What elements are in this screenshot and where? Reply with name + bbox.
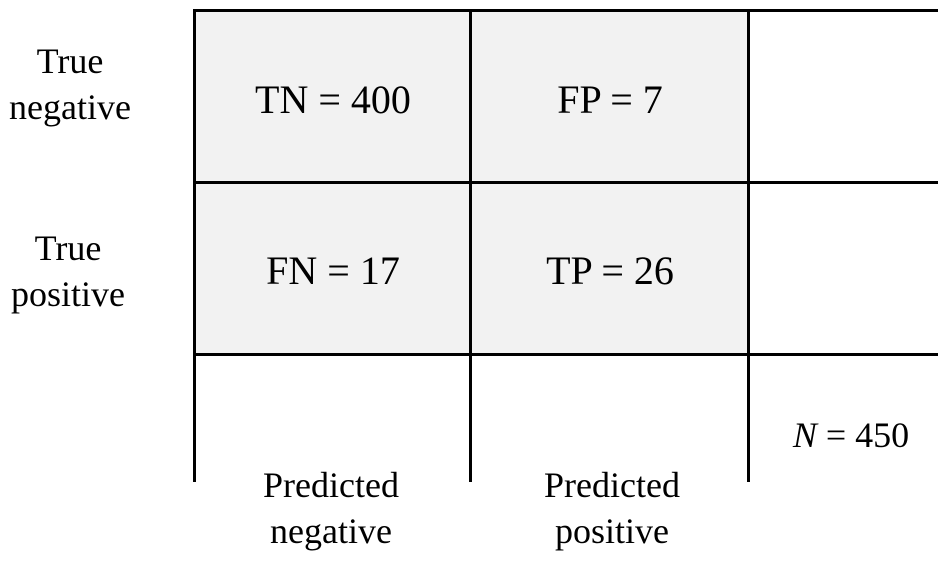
total-count: N = 450 <box>793 414 909 456</box>
column-label-predicted-negative-line1: Predicted <box>263 465 399 505</box>
cell-false-negative: FN = 17 <box>266 248 400 293</box>
cell-false-positive: FP = 7 <box>557 77 663 122</box>
grid-line-middle <box>193 181 938 184</box>
column-label-predicted-negative: Predicted negative <box>263 462 399 554</box>
column-label-predicted-negative-line2: negative <box>270 511 392 551</box>
row-label-true-negative-line2: negative <box>9 87 131 127</box>
grid-line-left <box>193 9 196 482</box>
column-label-predicted-positive-line1: Predicted <box>544 465 680 505</box>
row-label-true-negative-line1: True <box>36 41 104 81</box>
cell-true-positive: TP = 26 <box>546 248 674 293</box>
column-label-predicted-positive-line2: positive <box>554 511 669 551</box>
grid-line-right <box>747 9 750 482</box>
total-count-symbol: N <box>792 415 817 455</box>
row-label-true-negative: True negative <box>9 38 131 130</box>
grid-line-bottom <box>193 353 938 356</box>
cell-true-negative: TN = 400 <box>255 77 411 122</box>
total-count-value: = 450 <box>816 415 910 455</box>
column-label-predicted-positive: Predicted positive <box>544 462 680 554</box>
row-label-true-positive-line2: positive <box>11 274 125 314</box>
row-label-true-positive: True positive <box>11 225 125 317</box>
grid-line-center <box>469 9 472 482</box>
row-label-true-positive-line1: True <box>34 228 102 268</box>
grid-line-top <box>193 9 938 12</box>
